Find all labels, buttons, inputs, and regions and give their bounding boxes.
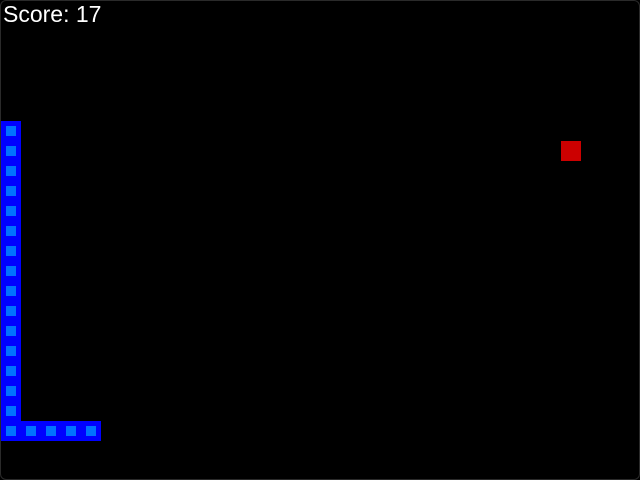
snake-segment xyxy=(1,421,21,441)
snake-segment-core xyxy=(6,386,16,396)
snake-segment xyxy=(1,201,21,221)
snake-segment-core xyxy=(6,226,16,236)
snake-segment-core xyxy=(6,326,16,336)
snake-segment-core xyxy=(6,186,16,196)
snake-segment-core xyxy=(66,426,76,436)
snake-segment xyxy=(1,381,21,401)
snake-segment-core xyxy=(6,266,16,276)
snake-segment-core xyxy=(6,206,16,216)
snake-segment-core xyxy=(6,126,16,136)
snake-segment xyxy=(1,141,21,161)
snake-segment xyxy=(1,161,21,181)
snake-segment-core xyxy=(6,246,16,256)
food-item xyxy=(561,141,581,161)
snake-segment-core xyxy=(86,426,96,436)
snake-segment xyxy=(1,361,21,381)
snake-segment xyxy=(1,401,21,421)
snake-segment-core xyxy=(6,286,16,296)
snake-segment xyxy=(1,181,21,201)
score-display: Score: 17 xyxy=(3,1,102,27)
snake-segment-core xyxy=(6,366,16,376)
snake-segment-core xyxy=(6,146,16,156)
snake-segment xyxy=(1,301,21,321)
snake-segment-core xyxy=(6,166,16,176)
snake-segment-core xyxy=(6,306,16,316)
snake-segment xyxy=(1,221,21,241)
snake-segment xyxy=(61,421,81,441)
snake-segment xyxy=(1,321,21,341)
snake-segment-core xyxy=(26,426,36,436)
snake-segment-core xyxy=(46,426,56,436)
snake-segment-core xyxy=(6,426,16,436)
snake-segment xyxy=(21,421,41,441)
snake-segment xyxy=(41,421,61,441)
snake-segment xyxy=(1,121,21,141)
snake-segment xyxy=(1,261,21,281)
game-board xyxy=(1,1,639,479)
snake-segment xyxy=(1,241,21,261)
snake-segment xyxy=(1,281,21,301)
snake-segment xyxy=(1,341,21,361)
snake-segment-core xyxy=(6,346,16,356)
game-canvas[interactable]: Score: 17 xyxy=(0,0,640,480)
snake-segment xyxy=(81,421,101,441)
snake-segment-core xyxy=(6,406,16,416)
